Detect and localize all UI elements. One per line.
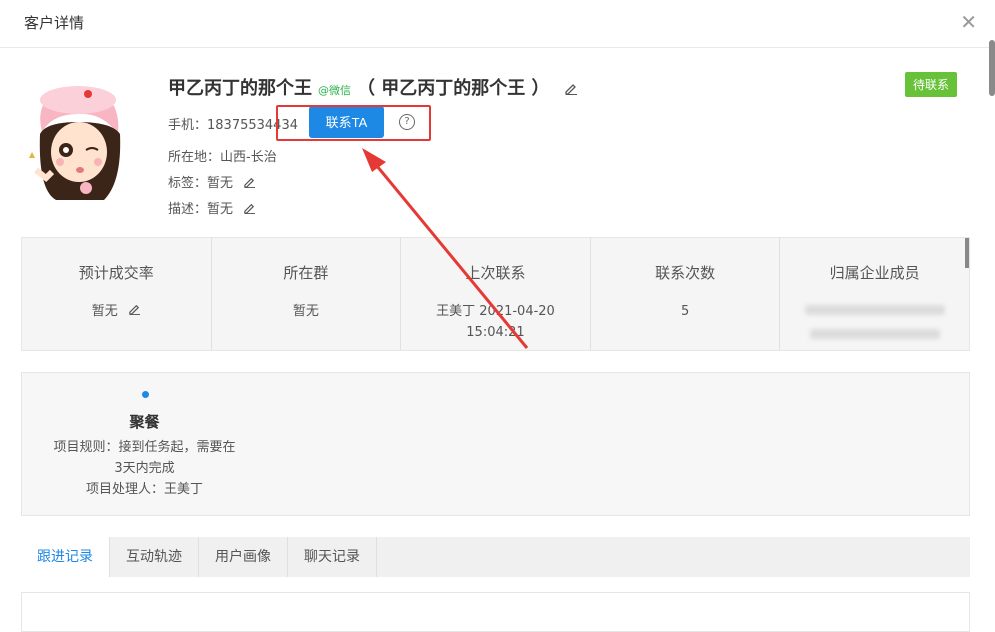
stat-value: 5: [680, 304, 690, 319]
detail-tabs: 跟进记录 互动轨迹 用户画像 聊天记录: [21, 537, 970, 577]
task-card: 聚餐 项目规则：接到任务起，需要在 3天内完成 项目处理人：王美丁: [21, 372, 970, 516]
edit-desc-icon[interactable]: [243, 201, 256, 218]
location-label: 所在地：: [168, 150, 221, 165]
tab-panel: [21, 592, 970, 632]
stat-group: 所在群 暂无: [212, 238, 402, 350]
blurred-member-list: [780, 301, 969, 339]
task-handler: 项目处理人：王美丁: [85, 482, 203, 497]
desc-label: 描述：: [168, 202, 208, 217]
scrollbar[interactable]: [989, 40, 995, 96]
stat-contact-count: 联系次数 5: [591, 238, 781, 350]
stat-label: 预计成交率: [78, 264, 154, 282]
stat-label: 联系次数: [655, 264, 716, 282]
dialog-title: 客户详情: [24, 14, 85, 32]
stat-value: 暂无: [292, 304, 319, 319]
desc-row: 描述：暂无: [168, 198, 256, 218]
location-row: 所在地：山西-长治: [168, 146, 277, 165]
stat-conversion-rate: 预计成交率 暂无: [22, 238, 212, 350]
tab-interaction[interactable]: 互动轨迹: [110, 537, 199, 577]
stat-label: 归属企业成员: [829, 264, 920, 282]
tags-value: 暂无: [207, 176, 234, 191]
tab-follow-up[interactable]: 跟进记录: [21, 537, 110, 577]
avatar: [22, 72, 134, 204]
tags-row: 标签：暂无: [168, 172, 256, 192]
dialog-header: 客户详情 ✕: [0, 0, 995, 48]
location-value: 山西-长治: [220, 150, 277, 165]
stat-owner-member: 归属企业成员: [780, 238, 969, 350]
status-badge: 待联系: [904, 72, 957, 97]
close-icon[interactable]: ✕: [960, 10, 977, 34]
edit-name-icon[interactable]: [564, 79, 578, 100]
tags-label: 标签：: [168, 176, 208, 191]
task-dot-icon: [142, 391, 149, 398]
task-title: 聚餐: [129, 413, 160, 431]
stat-value: 暂无: [22, 301, 211, 322]
edit-tags-icon[interactable]: [243, 175, 256, 192]
phone-label: 手机：: [168, 118, 208, 133]
tab-user-profile[interactable]: 用户画像: [199, 537, 288, 577]
tab-chat-records[interactable]: 聊天记录: [288, 537, 377, 577]
customer-alias: （ 甲乙丙丁的那个王 ）: [357, 78, 550, 99]
desc-value: 暂无: [207, 202, 234, 217]
stat-label: 上次联系: [465, 264, 526, 282]
stat-value: 王美丁 2021-04-20 15:04:21: [436, 304, 555, 340]
task-rule-line1: 项目规则：接到任务起，需要在: [53, 440, 236, 455]
customer-name-line: 甲乙丙丁的那个王 @微信 （ 甲乙丙丁的那个王 ）: [168, 74, 578, 100]
edit-rate-icon[interactable]: [128, 301, 141, 322]
task-rule-line2: 3天内完成: [114, 461, 175, 476]
stat-label: 所在群: [283, 264, 329, 282]
annotation-box: [276, 105, 431, 141]
stats-scrollbar[interactable]: [964, 238, 969, 268]
stat-last-contact: 上次联系 王美丁 2021-04-20 15:04:21: [401, 238, 591, 350]
wechat-tag: @微信: [318, 84, 351, 97]
customer-name: 甲乙丙丁的那个王: [168, 78, 312, 99]
stats-panel: 预计成交率 暂无 所在群 暂无 上次联系 王美丁 2021-04-20 15:0…: [21, 237, 970, 351]
